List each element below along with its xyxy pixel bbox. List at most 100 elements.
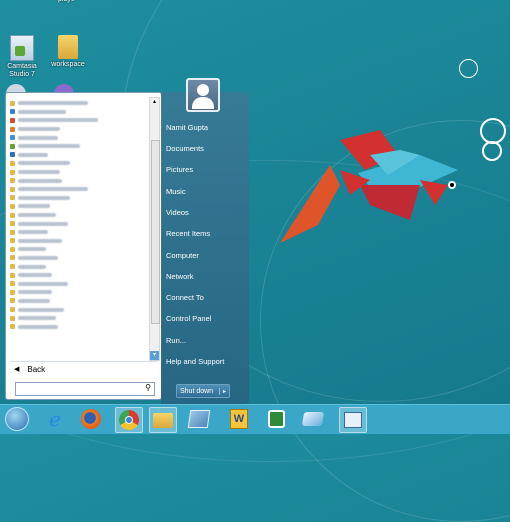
- green-app-icon: [267, 410, 285, 428]
- start-orb-icon: [5, 407, 29, 431]
- taskbar-firefox[interactable]: [78, 407, 104, 431]
- program-list-item[interactable]: [10, 159, 148, 168]
- program-icon: [10, 255, 15, 261]
- program-icon: [10, 221, 15, 227]
- program-list-item[interactable]: [10, 297, 148, 306]
- shutdown-options-arrow-icon[interactable]: ▸: [218, 387, 229, 395]
- taskbar-file-explorer[interactable]: [149, 407, 177, 433]
- workspace-desktop-icon[interactable]: workspace: [46, 35, 90, 69]
- firefox-icon: [81, 409, 101, 429]
- program-list-item[interactable]: [10, 288, 148, 297]
- program-list-item[interactable]: [10, 219, 148, 228]
- taskbar: e W: [0, 404, 510, 434]
- program-list-item[interactable]: [10, 133, 148, 142]
- program-list-item[interactable]: [10, 116, 148, 125]
- program-label-blurred: [18, 307, 64, 312]
- search-icon[interactable]: ⚲: [145, 383, 151, 392]
- start-item-computer[interactable]: Computer: [166, 251, 199, 260]
- program-list-item[interactable]: [10, 279, 148, 288]
- desktop-partial-label: playe: [58, 0, 75, 3]
- program-list-item[interactable]: [10, 254, 148, 263]
- program-label-blurred: [18, 101, 88, 106]
- user-silhouette-icon: [197, 84, 209, 96]
- start-menu-programs-pane: ▴ ▾ ◀ Back ⚲: [5, 92, 162, 400]
- fish-tail: [280, 165, 340, 243]
- all-programs-list: [10, 99, 148, 331]
- start-item-control-panel[interactable]: Control Panel: [166, 314, 211, 323]
- folder-icon: [58, 35, 78, 59]
- program-list-item[interactable]: [10, 271, 148, 280]
- start-item-videos[interactable]: Videos: [166, 208, 189, 217]
- program-icon: [10, 315, 15, 321]
- search-input[interactable]: [16, 383, 138, 394]
- program-icon: [10, 152, 15, 158]
- program-icon: [10, 195, 15, 201]
- program-label-blurred: [18, 170, 60, 175]
- taskbar-chrome[interactable]: [115, 407, 143, 433]
- scroll-up-arrow-icon[interactable]: ▴: [150, 98, 159, 107]
- program-icon: [10, 264, 15, 270]
- program-list-item[interactable]: [10, 228, 148, 237]
- program-list-item[interactable]: [10, 99, 148, 108]
- program-list-item[interactable]: [10, 185, 148, 194]
- program-label-blurred: [18, 144, 80, 149]
- program-list-item[interactable]: [10, 108, 148, 117]
- program-list-item[interactable]: [10, 168, 148, 177]
- camtasia-label-line1: Camtasia: [7, 63, 37, 70]
- start-item-user[interactable]: Namit Gupta: [166, 123, 208, 132]
- shutdown-button[interactable]: Shut down ▸: [176, 384, 230, 398]
- window-app-icon: [187, 410, 211, 428]
- program-list-item[interactable]: [10, 142, 148, 151]
- scroll-thumb[interactable]: [151, 140, 160, 324]
- program-label-blurred: [18, 109, 66, 114]
- user-avatar[interactable]: [186, 78, 220, 112]
- file-explorer-icon: [153, 412, 173, 428]
- program-label-blurred: [18, 161, 70, 166]
- start-item-run[interactable]: Run...: [166, 336, 186, 345]
- fish-illustration: [280, 130, 458, 243]
- program-list-item[interactable]: [10, 245, 148, 254]
- start-item-recent-items[interactable]: Recent Items: [166, 229, 210, 238]
- start-button[interactable]: [4, 407, 30, 431]
- taskbar-window-app[interactable]: [186, 407, 212, 431]
- start-item-network[interactable]: Network: [166, 272, 194, 281]
- camtasia-desktop-icon[interactable]: Camtasia Studio 7: [0, 35, 44, 79]
- scroll-down-arrow-icon[interactable]: ▾: [150, 351, 159, 360]
- bubble-icon: [459, 59, 478, 78]
- program-list-item[interactable]: [10, 194, 148, 203]
- start-item-pictures[interactable]: Pictures: [166, 165, 193, 174]
- taskbar-book-app[interactable]: [339, 407, 367, 433]
- program-list-item[interactable]: [10, 202, 148, 211]
- back-arrow-icon: ◀: [14, 366, 20, 373]
- start-search-box[interactable]: ⚲: [15, 382, 155, 396]
- program-list-item[interactable]: [10, 125, 148, 134]
- program-icon: [10, 109, 15, 115]
- programs-scrollbar[interactable]: ▴ ▾: [149, 97, 160, 361]
- taskbar-green-app[interactable]: [263, 407, 289, 431]
- program-label-blurred: [18, 273, 52, 278]
- taskbar-internet-explorer[interactable]: e: [42, 407, 68, 431]
- fish-side-fin: [420, 180, 448, 205]
- program-list-item[interactable]: [10, 151, 148, 160]
- back-button[interactable]: ◀ Back: [10, 361, 158, 376]
- program-label-blurred: [18, 290, 52, 295]
- start-item-connect-to[interactable]: Connect To: [166, 293, 204, 302]
- start-item-documents[interactable]: Documents: [166, 144, 204, 153]
- program-list-item[interactable]: [10, 322, 148, 331]
- program-list-item[interactable]: [10, 211, 148, 220]
- program-icon: [10, 298, 15, 304]
- program-list-item[interactable]: [10, 176, 148, 185]
- program-list-item[interactable]: [10, 314, 148, 323]
- camtasia-label-line2: Studio 7: [9, 71, 35, 78]
- start-item-help-and-support[interactable]: Help and Support: [166, 357, 224, 366]
- taskbar-blue-app[interactable]: [300, 407, 326, 431]
- program-icon: [10, 126, 15, 132]
- program-list-item[interactable]: [10, 305, 148, 314]
- start-item-music[interactable]: Music: [166, 187, 186, 196]
- start-menu: ▴ ▾ ◀ Back ⚲ Namit Gupta Documents Pictu…: [1, 92, 249, 404]
- program-icon: [10, 238, 15, 244]
- program-icon: [10, 272, 15, 278]
- taskbar-word[interactable]: W: [226, 407, 252, 431]
- program-list-item[interactable]: [10, 237, 148, 246]
- program-list-item[interactable]: [10, 262, 148, 271]
